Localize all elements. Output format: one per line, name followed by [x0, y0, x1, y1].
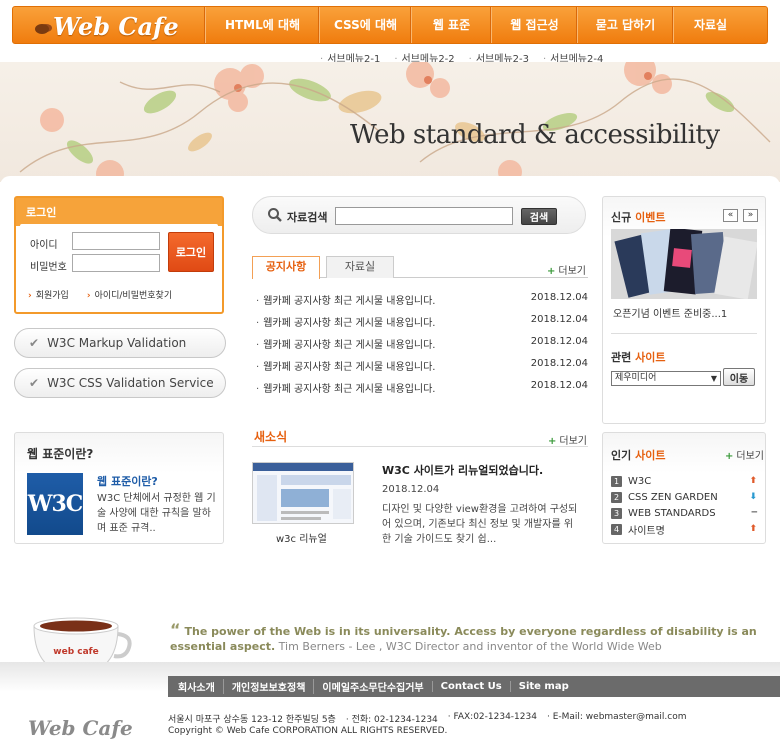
login-form: 아이디 비밀번호 로그인 › 회원가입 › 아이디/비밀번호찾기: [20, 224, 218, 308]
nav-archive[interactable]: 자료실: [673, 7, 747, 43]
nav-css[interactable]: CSS에 대해: [319, 7, 411, 43]
popular-site-item[interactable]: 4 사이트명 ⬆: [611, 521, 757, 537]
tab-notice[interactable]: 공지사항: [252, 256, 320, 279]
login-button[interactable]: 로그인: [168, 232, 214, 272]
event-prev-button[interactable]: «: [723, 209, 738, 222]
search-input[interactable]: [335, 207, 513, 225]
notice-item[interactable]: · 웹카페 공지사항 최근 게시물 내용입니다. 2018.12.04: [256, 380, 588, 402]
quote-mark-icon: “: [170, 620, 181, 639]
site-logo-text: Web Cafe: [53, 11, 179, 41]
board-tabs: 공지사항 자료실 + 더보기: [252, 256, 588, 279]
w3c-css-validation-label: W3C CSS Validation Service: [47, 376, 214, 390]
find-account-link[interactable]: › 아이디/비밀번호찾기: [87, 288, 172, 301]
popular-sites-title: 인기 사이트: [611, 449, 666, 462]
news-headline[interactable]: W3C 사이트가 리뉴얼되었습니다.: [382, 462, 543, 478]
web-standard-title: 웹 표준이란?: [27, 447, 94, 461]
quote: “The power of the Web is in its universa…: [170, 622, 760, 654]
main-banner: Web standard & accessibility: [0, 62, 780, 182]
notice-list: · 웹카페 공지사항 최근 게시물 내용입니다. 2018.12.04 · 웹카페 공…: [256, 292, 588, 402]
w3c-markup-validation-label: W3C Markup Validation: [47, 336, 187, 350]
footer-link-privacy[interactable]: 개인정보보호정책: [222, 679, 314, 694]
banner-title: Web standard & accessibility: [350, 120, 720, 150]
w3c-markup-validation-button[interactable]: ✔ W3C Markup Validation: [14, 328, 226, 358]
popular-site-list: 1 W3C ⬆ 2 CSS ZEN GARDEN ⬇ 3 WEB STANDARDS ━ 4…: [611, 473, 757, 537]
event-title: 신규 이벤트: [611, 211, 666, 224]
check-icon: ✔: [29, 336, 40, 350]
trend-up-icon: ⬆: [749, 476, 757, 486]
news-date: 2018.12.04: [382, 484, 440, 495]
search-bar: 자료검색 검색: [252, 196, 586, 234]
web-standard-description: W3C 단체에서 규정한 웹 기술 사양에 대한 규칙을 말하며 표준 규격..: [97, 493, 216, 534]
footer-link-company[interactable]: 회사소개: [178, 679, 223, 694]
popular-site-item[interactable]: 3 WEB STANDARDS ━: [611, 505, 757, 521]
nav-web-standards[interactable]: 웹 표준: [411, 7, 491, 43]
site-logo[interactable]: Web Cafe: [35, 11, 179, 41]
nav-qna[interactable]: 묻고 답하기: [577, 7, 673, 43]
event-box: 신규 이벤트 « » 오픈기념 이벤트 준비중...1 관련 사이트 제우미디어…: [602, 196, 766, 424]
id-label: 아이디: [30, 240, 58, 251]
nav-accessibility[interactable]: 웹 접근성: [491, 7, 577, 43]
web-standard-heading[interactable]: 웹 표준이란?: [97, 473, 158, 489]
news-title: 새소식: [254, 430, 288, 444]
chevron-down-icon: ▼: [710, 374, 717, 383]
trend-down-icon: ⬇: [749, 492, 757, 502]
notice-item[interactable]: · 웹카페 공지사항 최근 게시물 내용입니다. 2018.12.04: [256, 292, 588, 314]
coffee-bean-icon: [35, 24, 49, 34]
search-icon: [268, 208, 282, 222]
w3c-logo: W3C: [27, 473, 83, 535]
notice-item[interactable]: · 웹카페 공지사항 최근 게시물 내용입니다. 2018.12.04: [256, 314, 588, 336]
footer-link-sitemap[interactable]: Site map: [509, 681, 577, 692]
related-site-select[interactable]: 제우미디어 ▼: [611, 371, 721, 386]
global-nav-bar: Web Cafe HTML에 대해 CSS에 대해 웹 표준 웹 접근성 묻고 …: [12, 6, 768, 44]
cup-label: web cafe: [53, 647, 98, 657]
event-next-button[interactable]: »: [743, 209, 758, 222]
search-label: 자료검색: [287, 211, 328, 224]
id-input[interactable]: [72, 232, 160, 250]
w3c-css-validation-button[interactable]: ✔ W3C CSS Validation Service: [14, 368, 226, 398]
trend-up-icon: ⬆: [749, 524, 757, 534]
login-box: 로그인 아이디 비밀번호 로그인 › 회원가입 › 아이디/비밀번호찾기: [14, 196, 224, 314]
content-top-edge: [0, 176, 780, 190]
news-thumbnail-caption: w3c 리뉴얼: [276, 534, 327, 545]
password-input[interactable]: [72, 254, 160, 272]
news-summary: 디자인 및 다양한 view환경을 고려하여 구성되어 있으며, 기존보다 최신…: [382, 504, 578, 545]
login-title: 로그인: [26, 206, 57, 219]
event-image[interactable]: [611, 229, 757, 299]
footer-logo: Web Cafe: [28, 716, 133, 740]
footer-link-email-policy[interactable]: 이메일주소무단수집거부: [313, 679, 431, 694]
related-site-go-button[interactable]: 이동: [723, 368, 755, 386]
news-more-link[interactable]: + 더보기: [548, 432, 587, 447]
notice-item[interactable]: · 웹카페 공지사항 최근 게시물 내용입니다. 2018.12.04: [256, 358, 588, 380]
join-link[interactable]: › 회원가입: [28, 288, 69, 301]
fax-text: · FAX:02-1234-1234: [447, 712, 537, 722]
tab-archive[interactable]: 자료실: [326, 256, 394, 278]
nav-html[interactable]: HTML에 대해: [205, 7, 319, 43]
popular-sites-box: 인기 사이트 + 더보기 1 W3C ⬆ 2 CSS ZEN GARDEN ⬇ 3 WEB …: [602, 432, 766, 544]
popular-site-item[interactable]: 1 W3C ⬆: [611, 473, 757, 489]
address-text: 서울시 마포구 상수동 123-12 한주빌딩 5층: [168, 715, 336, 725]
trend-same-icon: ━: [751, 508, 757, 518]
news-thumbnail[interactable]: [252, 462, 354, 524]
check-icon: ✔: [29, 376, 40, 390]
search-button[interactable]: 검색: [521, 208, 557, 225]
notice-item[interactable]: · 웹카페 공지사항 최근 게시물 내용입니다. 2018.12.04: [256, 336, 588, 358]
related-sites-title: 관련 사이트: [611, 351, 666, 364]
quote-author: Tim Berners - Lee , W3C Director and inv…: [278, 640, 662, 653]
popular-more-link[interactable]: + 더보기: [725, 447, 764, 462]
main-menu: HTML에 대해 CSS에 대해 웹 표준 웹 접근성 묻고 답하기 자료실: [205, 7, 747, 43]
notice-more-link[interactable]: + 더보기: [547, 262, 586, 277]
divider: [252, 446, 588, 447]
phone-text: · 전화: 02-1234-1234: [345, 715, 438, 725]
footer-address: 서울시 마포구 상수동 123-12 한주빌딩 5층 · 전화: 02-1234…: [168, 712, 687, 725]
password-label: 비밀번호: [30, 262, 67, 273]
divider: [611, 333, 757, 334]
web-standard-box: 웹 표준이란? W3C 웹 표준이란? W3C 단체에서 규정한 웹 기술 사양…: [14, 432, 224, 544]
email-text: · E-Mail: webmaster@mail.com: [546, 712, 687, 722]
login-links: › 회원가입 › 아이디/비밀번호찾기: [28, 288, 172, 301]
footer-link-contact[interactable]: Contact Us: [431, 681, 510, 692]
footer-nav: 회사소개 개인정보보호정책 이메일주소무단수집거부 Contact Us Sit…: [168, 676, 780, 697]
copyright: Copyright © Web Cafe CORPORATION ALL RIG…: [168, 726, 448, 736]
event-caption[interactable]: 오픈기념 이벤트 준비중...1: [613, 305, 727, 320]
popular-site-item[interactable]: 2 CSS ZEN GARDEN ⬇: [611, 489, 757, 505]
